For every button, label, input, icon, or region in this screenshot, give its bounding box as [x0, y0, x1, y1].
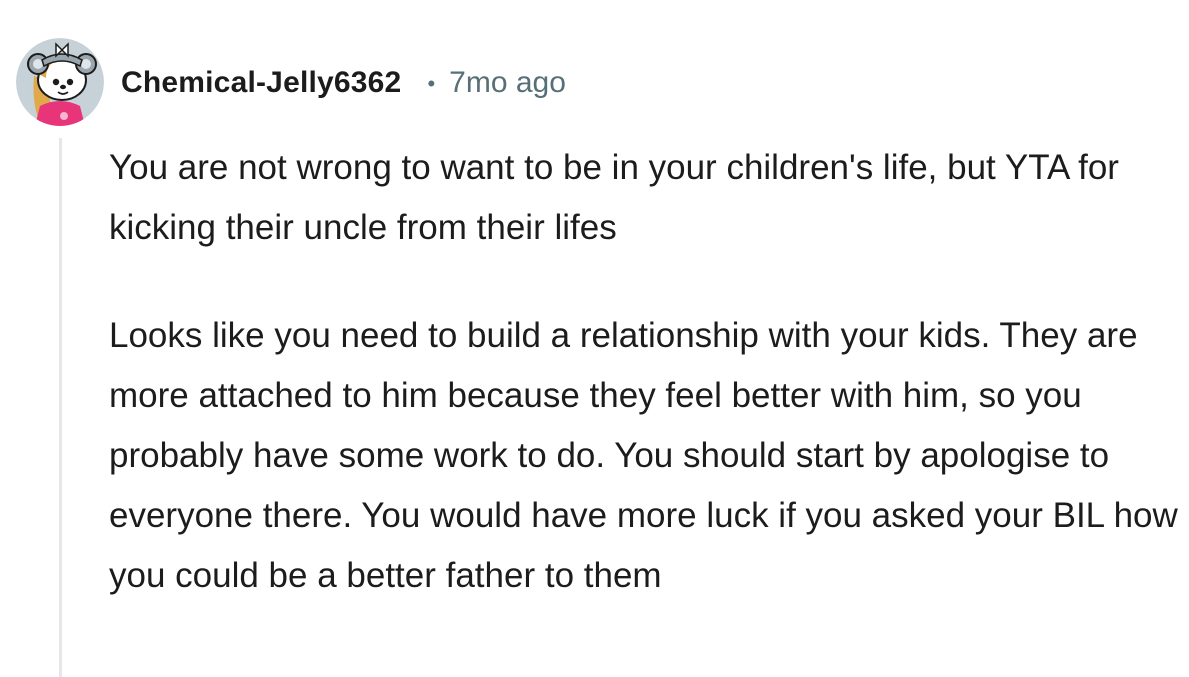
username-link[interactable]: Chemical-Jelly6362 [121, 66, 401, 100]
comment-header: Chemical-Jelly6362 • 7mo ago [121, 60, 566, 106]
comment-paragraph: Looks like you need to build a relations… [109, 316, 1178, 595]
comment-paragraph: You are not wrong to want to be in your … [109, 148, 1119, 247]
comment-body: You are not wrong to want to be in your … [109, 138, 1179, 606]
meta-separator: • [427, 71, 436, 96]
timestamp-link[interactable]: 7mo ago [449, 66, 566, 100]
thread-collapse-line[interactable] [59, 138, 62, 677]
reddit-snoo-avatar-icon[interactable] [16, 38, 104, 126]
comment: Chemical-Jelly6362 • 7mo ago You are not… [0, 0, 1189, 677]
